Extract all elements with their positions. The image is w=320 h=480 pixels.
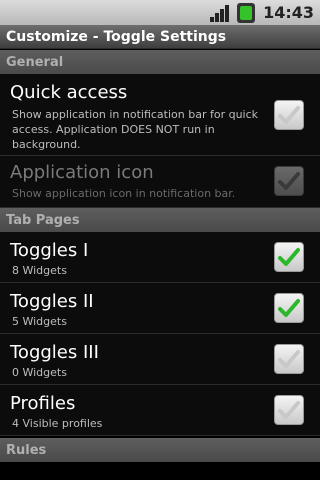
section-header-tab-pages: Tab Pages xyxy=(0,208,320,232)
setting-title: Toggles I xyxy=(10,240,89,261)
section-label: Rules xyxy=(6,442,47,458)
setting-summary: 8 Widgets xyxy=(12,264,67,277)
setting-title: Toggles III xyxy=(10,342,99,363)
setting-title: Application icon xyxy=(10,162,154,183)
setting-summary: 5 Widgets xyxy=(12,315,67,328)
checkmark-icon xyxy=(278,299,300,317)
checkmark-icon xyxy=(278,172,300,190)
setting-summary: Show application in notification bar for… xyxy=(12,108,259,151)
setting-summary: 4 Visible profiles xyxy=(12,417,103,430)
section-header-general: General xyxy=(0,50,320,74)
toggles-2-checkbox[interactable] xyxy=(274,293,304,323)
checkmark-icon xyxy=(278,106,300,124)
profiles-checkbox[interactable] xyxy=(274,395,304,425)
signal-icon xyxy=(210,4,232,22)
setting-quick-access[interactable]: Quick access Show application in notific… xyxy=(0,74,320,156)
checkmark-icon xyxy=(278,248,300,266)
setting-application-icon[interactable]: Application icon Show application icon i… xyxy=(0,156,320,208)
setting-toggles-3[interactable]: Toggles III 0 Widgets xyxy=(0,334,320,385)
setting-title: Toggles II xyxy=(10,291,94,312)
setting-summary: 0 Widgets xyxy=(12,366,67,379)
page-title: Customize - Toggle Settings xyxy=(6,28,227,45)
setting-title: Quick access xyxy=(10,82,128,103)
section-label: General xyxy=(6,54,64,70)
section-header-rules: Rules xyxy=(0,438,320,462)
checkmark-icon xyxy=(278,350,300,368)
quick-access-checkbox[interactable] xyxy=(274,100,304,130)
status-bar: 14:43 xyxy=(0,0,320,25)
setting-toggles-1[interactable]: Toggles I 8 Widgets xyxy=(0,232,320,283)
setting-summary: Show application icon in notification ba… xyxy=(12,187,236,200)
setting-profiles[interactable]: Profiles 4 Visible profiles xyxy=(0,385,320,436)
checkmark-icon xyxy=(278,401,300,419)
status-time: 14:43 xyxy=(263,3,314,22)
application-icon-checkbox[interactable] xyxy=(274,166,304,196)
toggles-3-checkbox[interactable] xyxy=(274,344,304,374)
battery-icon xyxy=(237,2,256,23)
setting-toggles-2[interactable]: Toggles II 5 Widgets xyxy=(0,283,320,334)
setting-title: Profiles xyxy=(10,393,76,414)
section-label: Tab Pages xyxy=(6,212,80,228)
toggles-1-checkbox[interactable] xyxy=(274,242,304,272)
title-bar: Customize - Toggle Settings xyxy=(0,25,320,49)
